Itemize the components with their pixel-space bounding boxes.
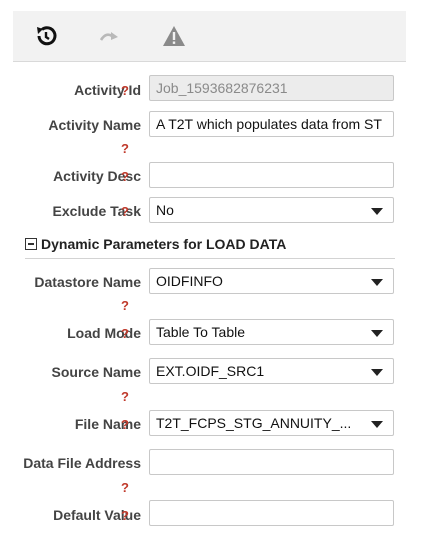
- activity-name-label: Activity Name: [48, 117, 141, 133]
- activity-name-help-icon[interactable]: ?: [118, 141, 132, 156]
- chevron-down-icon: [371, 208, 383, 215]
- file-name-value: T2T_FCPS_STG_ANNUITY_...: [156, 416, 352, 431]
- exclude-task-help-icon[interactable]: ?: [118, 204, 132, 219]
- load-mode-select[interactable]: Table To Table: [149, 319, 394, 345]
- default-value-help-icon[interactable]: ?: [118, 508, 132, 523]
- toolbar: [13, 11, 406, 62]
- exclude-task-select[interactable]: No: [149, 197, 394, 223]
- data-file-address-help-icon[interactable]: ?: [118, 480, 132, 495]
- datastore-name-help-icon[interactable]: ?: [118, 298, 132, 313]
- datastore-name-label: Datastore Name: [34, 274, 141, 290]
- redo-icon[interactable]: [97, 23, 123, 49]
- default-value-input[interactable]: [149, 500, 394, 526]
- activity-id-value: Job_1593682876231: [156, 80, 288, 96]
- activity-id-help-icon[interactable]: ?: [118, 83, 132, 98]
- file-name-select[interactable]: T2T_FCPS_STG_ANNUITY_...: [149, 410, 394, 436]
- chevron-down-icon: [371, 421, 383, 428]
- section-title: Dynamic Parameters for LOAD DATA: [41, 236, 287, 252]
- datastore-name-value: OIDFINFO: [156, 274, 223, 289]
- source-name-value: EXT.OIDF_SRC1: [156, 364, 265, 379]
- load-mode-value: Table To Table: [156, 325, 245, 340]
- data-file-address-label: Data File Address: [23, 455, 141, 471]
- activity-id-field: Job_1593682876231: [149, 75, 394, 101]
- warning-icon[interactable]: [161, 23, 187, 49]
- source-name-label: Source Name: [51, 364, 141, 380]
- datastore-name-select[interactable]: OIDFINFO: [149, 268, 394, 294]
- activity-desc-input[interactable]: [149, 162, 394, 188]
- data-file-address-input[interactable]: [149, 449, 394, 475]
- file-name-help-icon[interactable]: ?: [118, 417, 132, 432]
- chevron-down-icon: [371, 330, 383, 337]
- chevron-down-icon: [371, 369, 383, 376]
- load-mode-help-icon[interactable]: ?: [118, 326, 132, 341]
- activity-name-input[interactable]: A T2T which populates data from ST: [149, 111, 394, 137]
- dynamic-parameters-section: Dynamic Parameters for LOAD DATA: [25, 236, 395, 259]
- activity-name-value: A T2T which populates data from ST: [156, 116, 382, 132]
- chevron-down-icon: [371, 279, 383, 286]
- exclude-task-value: No: [156, 203, 174, 218]
- activity-desc-help-icon[interactable]: ?: [118, 169, 132, 184]
- source-name-help-icon[interactable]: ?: [118, 389, 132, 404]
- source-name-select[interactable]: EXT.OIDF_SRC1: [149, 358, 394, 384]
- history-icon[interactable]: [33, 23, 59, 49]
- collapse-icon[interactable]: [25, 238, 37, 250]
